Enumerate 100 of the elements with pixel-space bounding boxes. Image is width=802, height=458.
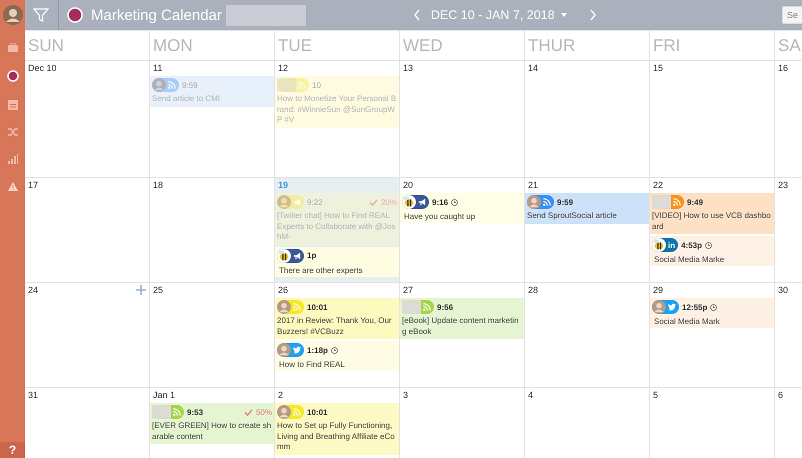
day-cell[interactable]: 31	[25, 388, 149, 458]
day-cell[interactable]: 23	[775, 178, 802, 282]
day-cell[interactable]: 20 9:16 Have you caught up	[400, 178, 524, 282]
day-cell[interactable]: 6	[775, 388, 802, 458]
shuffle-icon[interactable]	[8, 128, 18, 136]
filter-icon[interactable]	[33, 7, 49, 23]
day-cell[interactable]: 15	[650, 61, 774, 177]
event-title: How to Set up Fully Functioning, Living and Breathing Affiliate eComm	[277, 421, 396, 452]
calendar-event[interactable]: 1p There are other experts	[275, 246, 399, 276]
event-title: How to Find REAL	[279, 360, 345, 369]
day-cell[interactable]: 17	[25, 178, 149, 282]
check-icon	[244, 408, 253, 416]
day-cell[interactable]: Dec 10	[25, 61, 149, 177]
previous-icon[interactable]	[412, 9, 421, 21]
day-number: 20	[403, 180, 414, 190]
calendar-event[interactable]: in 4:53p Social Media Marke	[650, 236, 774, 266]
event-time: 9:59	[557, 198, 574, 206]
event-title: Have you caught up	[404, 212, 476, 221]
day-number: 21	[528, 180, 538, 190]
day-cell[interactable]: 4	[525, 388, 649, 458]
day-cell[interactable]: 22 9:49 [VIDEO] How to use VCB dashboard in 4:53p Social Media Marke	[650, 178, 774, 282]
avatar-icon	[527, 195, 541, 209]
calendar-event[interactable]: 9:59 Send SproutSocial article	[525, 193, 649, 224]
circle-icon[interactable]	[67, 7, 83, 23]
next-icon[interactable]	[588, 9, 597, 21]
avatar-icon	[277, 343, 291, 357]
day-cell[interactable]: 28	[525, 283, 649, 387]
calendar-event[interactable]: 12:55p Social Media Mark	[650, 298, 774, 328]
day-heading: MON	[150, 31, 274, 60]
event-time: 4:53p	[681, 240, 702, 250]
rss-icon	[293, 408, 301, 416]
calendar-event[interactable]: 10:01 2017 in Review: Thank You, Our Buzzers! #VCBuzz	[275, 298, 399, 339]
rss-icon	[543, 198, 551, 206]
day-cell[interactable]: 2 10:01 How to Set up Fully Functioning, Living and Breathing Affiliate eComm	[275, 388, 399, 458]
day-number: 6	[778, 390, 784, 400]
add-icon[interactable]	[136, 285, 146, 295]
day-cell[interactable]: 16	[775, 61, 802, 177]
day-cell[interactable]: 27 9:56 [eBook] Update content marketing eBook	[400, 283, 524, 387]
event-time: 1p	[307, 251, 316, 260]
event-title: [VIDEO] How to use VCB dashboard	[652, 211, 772, 232]
bee-icon	[402, 195, 416, 209]
help-button[interactable]: ?	[0, 442, 25, 458]
calendar-event[interactable]: 9:53 50% [EVER GREEN] How to create sharable content	[150, 403, 274, 444]
search-field[interactable]: Se	[782, 6, 802, 24]
day-cell[interactable]: 21 9:59 Send SproutSocial article	[525, 178, 649, 282]
event-time: 9:53	[187, 408, 204, 416]
bee-icon	[652, 238, 666, 252]
event-title: [eBook] Update content marketing eBook	[402, 316, 520, 337]
day-cell[interactable]: Jan 1 9:53 50% [EVER GREEN] How to create sharable content	[150, 388, 274, 458]
rss-icon	[423, 303, 431, 311]
day-number: 14	[528, 63, 538, 73]
day-cell[interactable]: 11 9:59 Send article to CMI	[150, 61, 274, 177]
calendar-title: Marketing Calendar	[91, 6, 222, 24]
event-time: 9:22	[307, 198, 323, 206]
clock-icon	[451, 198, 458, 206]
calendar-event[interactable]: 9:49 [VIDEO] How to use VCB dashboard	[650, 193, 774, 234]
calendar-event[interactable]: 10:01 How to Set up Fully Functioning, Living and Breathing Affiliate eComm	[275, 403, 399, 454]
day-cell[interactable]: 30	[775, 283, 802, 387]
day-cell[interactable]: 24	[25, 283, 149, 387]
briefcase-icon[interactable]	[8, 43, 18, 52]
clock-icon	[710, 304, 718, 310]
circle-icon[interactable]	[6, 70, 18, 82]
day-cell[interactable]: 14	[525, 61, 649, 177]
day-cell[interactable]: 12 10 How to Monetize Your Personal Brand: #WinnieSun @SunGroupWP #V	[275, 61, 399, 177]
avatar-icon	[652, 300, 666, 314]
event-title: Send article to CMI	[152, 94, 222, 104]
event-time: 9:49	[687, 198, 704, 206]
day-cell[interactable]: 18	[150, 178, 274, 282]
calendar-event[interactable]: 9:16 Have you caught up	[400, 193, 524, 223]
blank-avatar-icon	[152, 405, 171, 419]
megaphone-icon	[293, 198, 301, 206]
day-number: 12	[278, 63, 288, 73]
bar-chart-icon[interactable]	[8, 154, 18, 164]
day-cell[interactable]: 29 12:55p Social Media Mark	[650, 283, 774, 387]
megaphone-icon	[418, 198, 426, 206]
event-time: 9:59	[182, 80, 198, 90]
day-cell[interactable]: 5	[650, 388, 774, 458]
calendar-event[interactable]: 9:56 [eBook] Update content marketing eBook	[400, 298, 524, 339]
event-time: 12:55p	[682, 302, 708, 312]
day-cell[interactable]: 3	[400, 388, 524, 458]
day-number: 31	[28, 390, 38, 400]
caret-icon[interactable]	[560, 13, 567, 17]
avatar-icon[interactable]	[2, 5, 22, 25]
day-number: 11	[153, 63, 162, 73]
day-cell[interactable]: 19 9:22 20% [Twiiter chat] How to Find REAL Experts to Collaborate with @JoshM- 1p There are other experts	[275, 178, 399, 282]
avatar-icon	[152, 78, 166, 92]
day-cell[interactable]: 26 10:01 2017 in Review: Thank You, Our Buzzers! #VCBuzz 1:18p How to Find REAL	[275, 283, 399, 387]
day-number: Jan 1	[153, 390, 176, 400]
day-number: 27	[403, 285, 414, 295]
rss-icon	[168, 81, 176, 89]
day-cell[interactable]: 13	[400, 61, 524, 177]
blank-avatar-icon	[402, 300, 421, 314]
event-title: Send SproutSocial article	[527, 211, 618, 222]
progress-label: 50%	[256, 408, 272, 416]
check-icon	[368, 198, 378, 206]
day-cell[interactable]: 25	[150, 283, 274, 387]
warning-icon[interactable]	[8, 182, 18, 191]
calendar-event[interactable]: 1:18p How to Find REAL	[275, 341, 399, 371]
day-number: Dec 10	[28, 63, 57, 73]
calendar-icon[interactable]	[8, 100, 18, 110]
